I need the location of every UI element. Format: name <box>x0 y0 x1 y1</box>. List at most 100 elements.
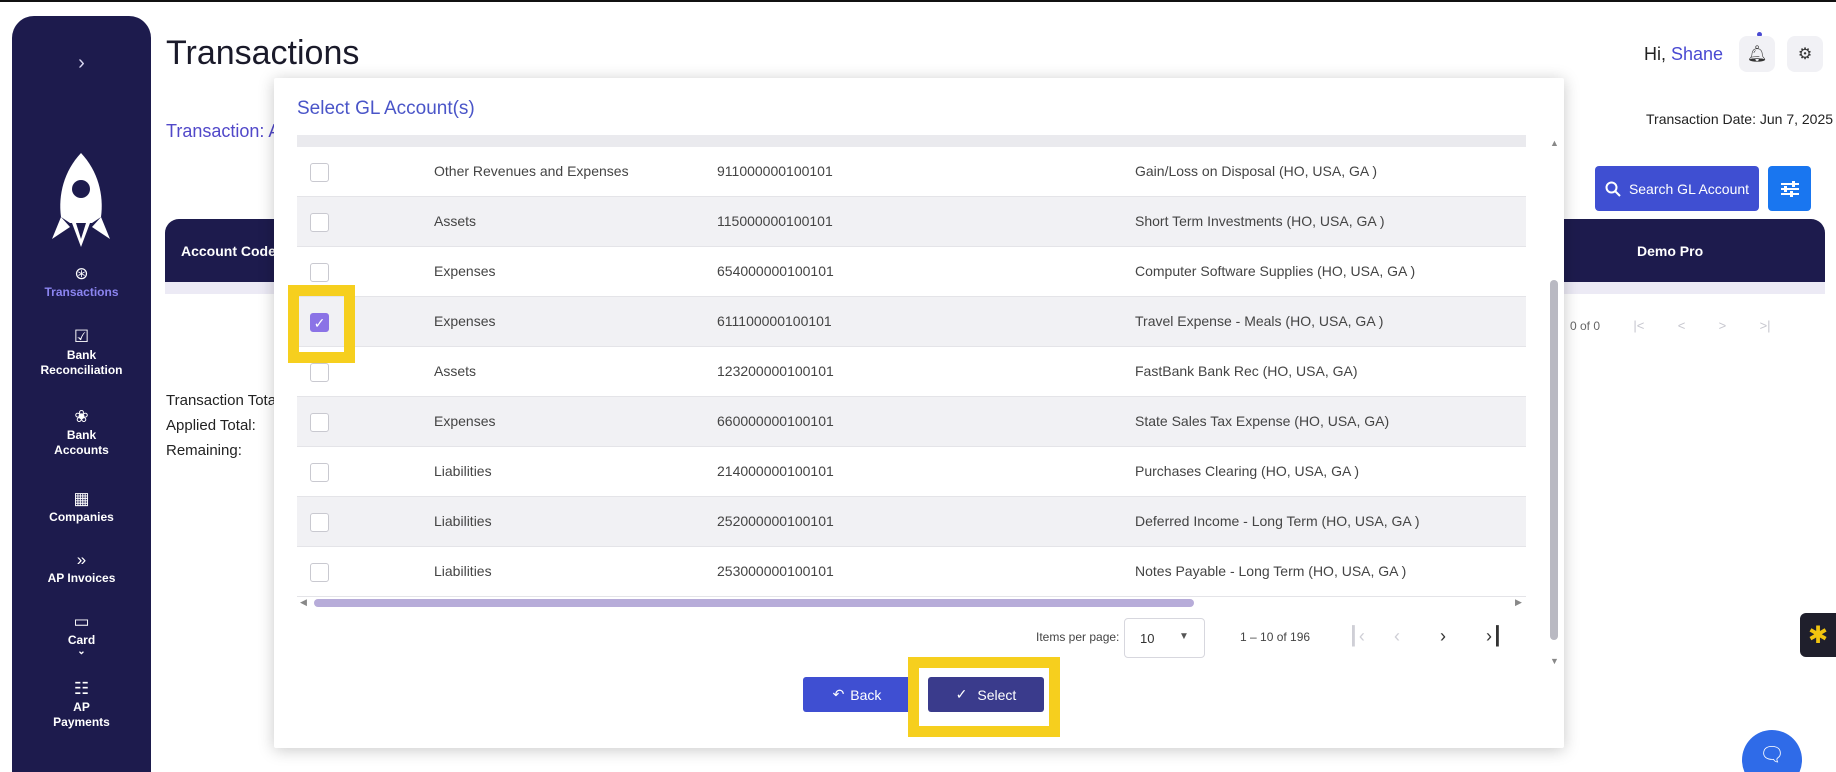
sidebar-item-card[interactable]: ▭ Card ⌄ <box>12 612 151 657</box>
select-button[interactable]: ✓ Select <box>928 677 1044 712</box>
first-page-icon[interactable]: ┃‹ <box>1348 626 1365 647</box>
table-row[interactable]: Expenses 660000000100101 State Sales Tax E… <box>297 397 1526 447</box>
bell-icon[interactable]: 🔔︎ <box>1739 36 1775 72</box>
back-button[interactable]: ↶ Back <box>803 677 911 712</box>
checkbox[interactable] <box>310 363 329 382</box>
sidebar-item-companies[interactable]: ▦ Companies <box>12 489 151 525</box>
account-type-cell: Assets <box>434 213 477 229</box>
sidebar-item-label: Payments <box>53 715 110 729</box>
account-type-cell: Expenses <box>434 263 496 279</box>
background-pager-range: 0 of 0 <box>1570 319 1601 333</box>
account-type-cell: Liabilities <box>434 513 492 529</box>
page-range: 1 – 10 of 196 <box>1240 630 1311 644</box>
sidebar-item-label: AP <box>73 700 90 714</box>
check-icon: ✓ <box>955 686 968 702</box>
account-code-cell: 214000000100101 <box>717 463 834 479</box>
page-title: Transactions <box>166 34 360 72</box>
last-page-icon[interactable]: ›┃ <box>1486 626 1503 647</box>
modal-title: Select GL Account(s) <box>297 98 475 119</box>
table-row[interactable]: Assets 115000000100101 Short Term Investme… <box>297 197 1526 247</box>
checkbox[interactable] <box>310 463 329 482</box>
chat-icon[interactable]: 🗨︎ <box>1742 730 1802 772</box>
rocket-logo <box>52 153 110 247</box>
checkbox[interactable] <box>310 163 329 182</box>
sidebar-item-transactions[interactable]: ⊛ Transactions <box>12 264 151 300</box>
table-row[interactable]: Expenses 654000000100101 Computer Software… <box>297 247 1526 297</box>
card-icon: ▭ <box>73 612 90 631</box>
prev-page-icon[interactable]: < <box>1678 318 1686 333</box>
scroll-right-icon[interactable]: ▶ <box>1515 597 1522 608</box>
totals-block: Transaction Tota Applied Total: Remainin… <box>166 388 276 463</box>
sidebar-item-label: Reconciliation <box>40 363 123 377</box>
select-label: Select <box>977 686 1017 703</box>
horizontal-scrollbar-thumb[interactable] <box>314 599 1194 607</box>
search-gl-account-button[interactable]: Search GL Account <box>1595 166 1759 211</box>
table-row[interactable]: Liabilities 253000000100101 Notes Payable … <box>297 547 1526 597</box>
grid-header-strip <box>297 135 1526 147</box>
transaction-date: Transaction Date: Jun 7, 2025 <box>1646 111 1834 127</box>
table-row[interactable]: ✓ Expenses 611100000100101 Travel Expense -… <box>297 297 1526 347</box>
sidebar-item-label: Bank <box>66 428 97 442</box>
first-page-icon[interactable]: |< <box>1633 318 1644 333</box>
sidebar-item-label: Bank <box>66 348 97 362</box>
building-icon: ▦ <box>73 489 90 508</box>
next-page-icon[interactable]: › <box>1440 626 1446 647</box>
checkbox[interactable] <box>310 213 329 232</box>
transaction-total-label: Transaction Tota <box>166 392 277 409</box>
checkbox[interactable] <box>310 563 329 582</box>
account-description-cell: Notes Payable - Long Term (HO, USA, GA ) <box>1135 563 1407 579</box>
account-type-cell: Other Revenues and Expenses <box>434 163 629 179</box>
checkbox[interactable] <box>310 263 329 282</box>
receipt-icon: ☷ <box>73 679 90 698</box>
sidebar-item-label: AP Invoices <box>47 571 116 585</box>
chevron-right-icon[interactable]: › <box>12 52 151 75</box>
account-code-cell: 611100000100101 <box>717 313 832 329</box>
next-page-icon[interactable]: > <box>1719 318 1727 333</box>
sidebar-item-ap-invoices[interactable]: » AP Invoices <box>12 550 151 586</box>
top-border <box>0 0 1836 2</box>
filter-button[interactable] <box>1768 166 1811 211</box>
items-per-page-label: Items per page: <box>1036 630 1120 644</box>
checkbox-highlight <box>288 285 355 363</box>
account-description-cell: State Sales Tax Expense (HO, USA, GA) <box>1135 413 1390 429</box>
search-icon <box>1605 181 1621 197</box>
vertical-scrollbar-thumb[interactable] <box>1550 280 1558 640</box>
asterisk-widget-icon[interactable]: ✱ <box>1800 613 1836 657</box>
sidebar-item-ap-payments[interactable]: ☷ AP Payments <box>12 679 151 730</box>
account-type-cell: Expenses <box>434 313 496 329</box>
prev-page-icon[interactable]: ‹ <box>1394 626 1400 647</box>
sidebar-item-label: Companies <box>49 510 114 524</box>
account-description-cell: Deferred Income - Long Term (HO, USA, GA… <box>1135 513 1420 529</box>
sidebar-item-bank-reconciliation[interactable]: ☑ Bank Reconciliation <box>12 328 151 378</box>
table-row[interactable]: Other Revenues and Expenses 9110000001001… <box>297 147 1526 197</box>
checkbox[interactable] <box>310 513 329 532</box>
account-code-cell: 252000000100101 <box>717 513 834 529</box>
greeting-text: Hi, <box>1644 44 1671 64</box>
items-per-page-value: 10 <box>1140 631 1155 646</box>
transaction-subtitle: Transaction: A <box>166 121 281 141</box>
demo-pro-header[interactable]: Demo Pro <box>1637 243 1703 259</box>
items-per-page-select[interactable]: 10 ▼ <box>1124 618 1205 658</box>
scroll-up-icon[interactable]: ▲ <box>1550 138 1559 148</box>
remaining-label: Remaining: <box>166 442 242 459</box>
account-type-cell: Liabilities <box>434 563 492 579</box>
account-description-cell: Computer Software Supplies (HO, USA, GA … <box>1135 263 1416 279</box>
account-code-cell: 253000000100101 <box>717 563 834 579</box>
double-chevron-icon: » <box>76 550 87 569</box>
table-row[interactable]: Assets 123200000100101 FastBank Bank Rec (… <box>297 347 1526 397</box>
table-row[interactable]: Liabilities 214000000100101 Purchases Clea… <box>297 447 1526 497</box>
user-name[interactable]: Shane <box>1671 44 1723 64</box>
dollar-circle-icon: ⊛ <box>74 264 89 283</box>
checkbox[interactable] <box>310 413 329 432</box>
scroll-down-icon[interactable]: ▼ <box>1550 656 1559 666</box>
sidebar-item-bank-accounts[interactable]: ❀ Bank Accounts <box>12 408 151 458</box>
account-code-cell: 654000000100101 <box>717 263 834 279</box>
table-row[interactable]: Liabilities 252000000100101 Deferred Incom… <box>297 497 1526 547</box>
scroll-left-icon[interactable]: ◀ <box>300 597 307 608</box>
account-code-cell: 123200000100101 <box>717 363 834 379</box>
sidebar: › ⊛ Transactions ☑ Bank Reconciliation ❀ Bank A… <box>12 16 151 772</box>
gear-icon[interactable]: ⚙ <box>1787 36 1823 72</box>
account-code-header[interactable]: Account Code <box>181 243 276 259</box>
last-page-icon[interactable]: >| <box>1760 318 1771 333</box>
expand-caret-icon: ⌄ <box>77 646 86 657</box>
